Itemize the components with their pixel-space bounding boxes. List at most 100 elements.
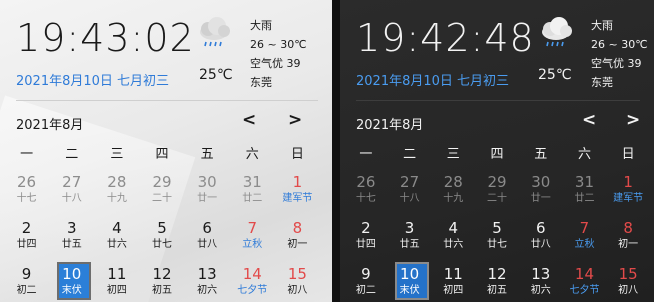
temperature-range: 26 ~ 30℃ (250, 38, 307, 51)
calendar-day[interactable]: 14 七夕节 (563, 258, 607, 302)
calendar-day[interactable]: 3 廿五 (388, 212, 432, 258)
lunar-date-label: 十七 (16, 192, 37, 204)
calendar-day[interactable]: 4 廿六 (431, 212, 475, 258)
clock-time: 19:42:48 (356, 16, 535, 60)
calendar-day[interactable]: 13 初六 (185, 258, 230, 302)
weekday-header: 六 (577, 147, 591, 162)
lunar-date-label: 廿一 (197, 192, 218, 204)
calendar-day[interactable]: 14 七夕节 (230, 258, 275, 302)
lunar-date-label: 七夕节 (237, 284, 268, 296)
weekday-header: 日 (290, 147, 304, 162)
day-number: 10 (400, 264, 420, 283)
day-number: 29 (152, 172, 172, 191)
calendar-day[interactable]: 29 二十 (475, 166, 519, 212)
calendar-day[interactable]: 9 初二 (344, 258, 388, 302)
calendar-week-row: 2 廿四 3 廿五 4 廿六 5 廿七 6 廿八 7 立秋 8 初一 (344, 212, 650, 258)
day-number: 6 (535, 218, 546, 237)
calendar-day[interactable]: 5 廿七 (139, 212, 184, 258)
weather-condition: 大雨 (591, 19, 613, 32)
weekday-header-row: 一 二 三 四 五 六 日 (344, 144, 650, 166)
day-number: 3 (404, 218, 415, 237)
day-rows: 26 十七 27 十八 28 十九 29 二十 30 廿一 31 廿二 1 建军节 2 廿四 3 廿五 4 廿六 5 廿七… (344, 166, 650, 302)
calendar-day[interactable]: 29 二十 (139, 166, 184, 212)
lunar-date-label: 廿五 (399, 238, 420, 250)
calendar-day[interactable]: 7 立秋 (563, 212, 607, 258)
calendar-day[interactable]: 27 十八 (49, 166, 94, 212)
calendar-day[interactable]: 11 初四 (431, 258, 475, 302)
day-rows: 26 十七 27 十八 28 十九 29 二十 30 廿一 31 廿二 1 建军节 2 廿四 3 廿五 4 廿六 5 廿七… (4, 166, 320, 302)
month-label[interactable]: 2021年8月 (356, 114, 423, 133)
calendar-day[interactable]: 12 初五 (475, 258, 519, 302)
calendar-day[interactable]: 8 初一 (606, 212, 650, 258)
calendar-day[interactable]: 12 初五 (139, 258, 184, 302)
lunar-date-label: 建军节 (613, 192, 644, 204)
calendar-day[interactable]: 2 廿四 (4, 212, 49, 258)
lunar-date-label: 立秋 (242, 238, 263, 250)
calendar-day[interactable]: 28 十九 (94, 166, 139, 212)
calendar-week-row: 26 十七 27 十八 28 十九 29 二十 30 廿一 31 廿二 1 建军节 (4, 166, 320, 212)
calendar-day[interactable]: 13 初六 (519, 258, 563, 302)
calendar-day[interactable]: 27 十八 (388, 166, 432, 212)
calendar-day-selected[interactable]: 10 末伏 (49, 258, 94, 302)
lunar-date-label: 初一 (618, 238, 639, 250)
day-number: 14 (242, 264, 262, 283)
lunar-date-label: 初二 (355, 284, 376, 296)
lunar-date-label: 廿五 (61, 238, 82, 250)
calendar-day[interactable]: 11 初四 (94, 258, 139, 302)
calendar-day[interactable]: 26 十七 (4, 166, 49, 212)
calendar-day[interactable]: 8 初一 (275, 212, 320, 258)
day-number: 31 (574, 172, 594, 191)
weekday-header: 五 (200, 147, 214, 162)
calendar-week-row: 9 初二 10 末伏 11 初四 12 初五 13 初六 14 七夕节 15 初八 (4, 258, 320, 302)
lunar-date-label: 末伏 (61, 284, 82, 296)
panel-separator (332, 0, 340, 302)
calendar-week-row: 9 初二 10 末伏 11 初四 12 初五 13 初六 14 七夕节 15 初八 (344, 258, 650, 302)
weather-details: 大雨 26 ~ 30℃ 空气优 39 东莞 (591, 16, 648, 92)
weekday-header: 日 (621, 147, 635, 162)
calendar-day[interactable]: 26 十七 (344, 166, 388, 212)
lunar-date-label: 初五 (151, 284, 172, 296)
calendar-day[interactable]: 1 建军节 (606, 166, 650, 212)
calendar-day[interactable]: 6 廿八 (185, 212, 230, 258)
day-number: 7 (247, 218, 258, 237)
calendar-day[interactable]: 30 廿一 (519, 166, 563, 212)
lunar-date-label: 廿七 (487, 238, 508, 250)
day-number: 27 (400, 172, 420, 191)
calendar-day[interactable]: 7 立秋 (230, 212, 275, 258)
calendar-day[interactable]: 31 廿二 (230, 166, 275, 212)
prev-month-button[interactable]: < (582, 110, 596, 130)
calendar-day[interactable]: 2 廿四 (344, 212, 388, 258)
calendar-day[interactable]: 28 十九 (431, 166, 475, 212)
next-month-button[interactable]: > (626, 110, 640, 130)
calendar-day[interactable]: 6 廿八 (519, 212, 563, 258)
day-number: 27 (62, 172, 82, 191)
lunar-date-label: 廿二 (242, 192, 263, 204)
calendar-day[interactable]: 31 廿二 (563, 166, 607, 212)
calendar-day[interactable]: 15 初八 (275, 258, 320, 302)
month-label[interactable]: 2021年8月 (16, 114, 83, 133)
calendar-day-selected[interactable]: 10 末伏 (388, 258, 432, 302)
prev-month-button[interactable]: < (242, 110, 256, 130)
day-number: 5 (492, 218, 502, 237)
calendar-day[interactable]: 9 初二 (4, 258, 49, 302)
lunar-date-label: 十九 (106, 192, 127, 204)
day-number: 6 (202, 218, 212, 237)
date-lunar-link[interactable]: 2021年8月10日 七月初三 (16, 70, 169, 89)
day-number: 2 (21, 218, 32, 237)
date-lunar-link[interactable]: 2021年8月10日 七月初三 (356, 70, 509, 89)
calendar-day[interactable]: 1 建军节 (275, 166, 320, 212)
calendar-day[interactable]: 30 廿一 (185, 166, 230, 212)
calendar-day[interactable]: 4 廿六 (94, 212, 139, 258)
day-number: 15 (618, 264, 638, 283)
lunar-date-label: 初四 (443, 284, 464, 296)
day-number: 30 (197, 172, 217, 191)
calendar-day[interactable]: 3 廿五 (49, 212, 94, 258)
day-number: 8 (623, 218, 633, 237)
lunar-date-label: 廿六 (106, 238, 127, 250)
next-month-button[interactable]: > (288, 110, 302, 130)
calendar-day[interactable]: 15 初八 (606, 258, 650, 302)
calendar-day[interactable]: 5 廿七 (475, 212, 519, 258)
lunar-date-label: 初五 (487, 284, 508, 296)
weekday-header: 四 (155, 147, 169, 162)
day-number: 14 (574, 264, 594, 283)
